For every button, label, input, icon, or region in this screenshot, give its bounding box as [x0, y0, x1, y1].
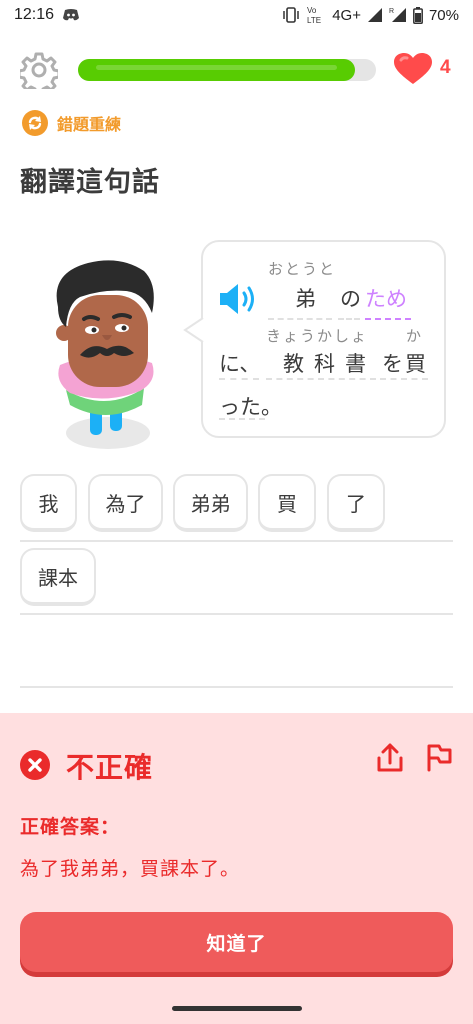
network-label: 4G+: [332, 6, 361, 24]
speech-bubble-tail: [183, 318, 204, 342]
word-tta[interactable]: った。: [219, 391, 282, 421]
word-otouto[interactable]: 弟: [295, 283, 316, 313]
flag-icon[interactable]: [424, 742, 454, 772]
answer-tile[interactable]: 了: [327, 474, 385, 532]
prompt-title: 翻譯這句話: [20, 167, 160, 198]
answer-tile[interactable]: 我: [20, 474, 77, 532]
review-label: 錯題重練: [57, 115, 122, 134]
underline-otouto: [268, 318, 332, 320]
progress-fill: [78, 59, 355, 81]
progress-shine: [96, 65, 337, 70]
ruby-otouto: おとうと: [268, 260, 337, 278]
hearts-count: 4: [440, 57, 451, 78]
status-bar: 12:16 Vo LTE 4G+ R 70%: [0, 0, 473, 30]
status-time: 12:16: [14, 6, 55, 23]
speaker-icon[interactable]: [218, 282, 260, 316]
lesson-progress-bar: [78, 59, 376, 81]
word-tame[interactable]: ため: [365, 283, 407, 313]
answer-tile[interactable]: 課本: [20, 548, 96, 606]
word-ka[interactable]: 買: [405, 348, 426, 378]
underline-no: [338, 318, 360, 320]
lesson-header: 4: [0, 44, 473, 94]
answer-tile[interactable]: 為了: [88, 474, 163, 532]
svg-text:R: R: [389, 8, 394, 15]
volte-icon: Vo LTE: [307, 6, 321, 25]
correct-answer-label: 正確答案：: [20, 816, 121, 838]
heart-icon: [394, 53, 432, 84]
ruby-ka: か: [406, 327, 424, 345]
answer-tile[interactable]: 弟弟: [173, 474, 248, 532]
svg-text:LTE: LTE: [307, 16, 321, 25]
gear-icon[interactable]: [20, 51, 58, 89]
correct-answer-text: 為了我弟弟，買課本了。: [20, 858, 241, 880]
word-no[interactable]: の: [340, 283, 361, 313]
battery-icon: [413, 6, 423, 24]
character-illustration: [56, 260, 154, 449]
ruby-kyokasho: きょうかしょ: [266, 327, 369, 345]
answer-line: [20, 613, 453, 615]
word-kyokasho[interactable]: 教科書: [283, 348, 376, 378]
word-wo[interactable]: を: [382, 348, 403, 378]
answer-tile[interactable]: 買: [258, 474, 316, 532]
refresh-icon: [22, 110, 48, 136]
answer-line: [20, 540, 453, 542]
underline-ni: [219, 378, 259, 380]
vibrate-icon: [283, 7, 299, 23]
signal-icon: [367, 8, 382, 22]
home-indicator[interactable]: [172, 1006, 302, 1011]
underline-kyokasho: [266, 378, 376, 380]
signal-icon: R: [389, 8, 406, 22]
feedback-title: 不正確: [66, 751, 154, 784]
underline-tame: [365, 318, 411, 320]
mistake-review-badge: 錯題重練: [22, 110, 121, 136]
discord-icon: [63, 9, 80, 21]
share-icon[interactable]: [375, 742, 405, 774]
incorrect-icon: [20, 750, 50, 780]
battery-level: 70%: [428, 6, 459, 24]
svg-text:Vo: Vo: [307, 6, 317, 15]
answer-line: [20, 686, 453, 688]
word-ni[interactable]: に、: [219, 348, 260, 378]
underline-wo-ka: [380, 378, 428, 380]
underline-tta: [219, 418, 265, 420]
continue-button[interactable]: 知道了: [20, 912, 453, 972]
